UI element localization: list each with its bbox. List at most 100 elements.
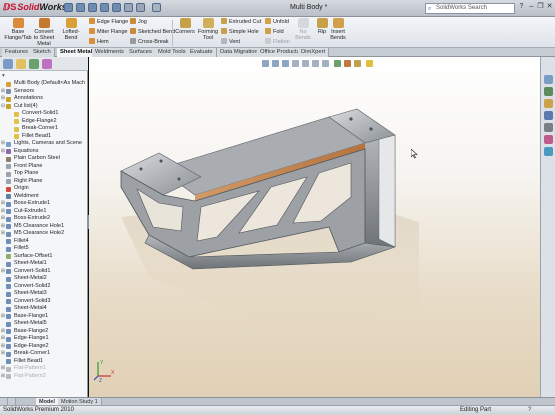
tree-item[interactable]: Sheet-Metal5 [0,320,87,328]
hem-button[interactable]: Hem [89,38,109,46]
file-explorer-tab-icon[interactable] [544,99,553,108]
tree-item[interactable]: Fillet Bead1 [0,133,87,141]
apply-scene-icon[interactable] [344,60,351,67]
unfold-button[interactable]: Unfold [265,18,289,26]
design-library-tab-icon[interactable] [544,87,553,96]
tree-item[interactable]: Fillet5 [0,245,87,253]
sketched-bend-button[interactable]: Sketched Bend [130,28,175,36]
select-icon[interactable] [124,3,133,12]
tree-item[interactable]: ⊞ M5 Clearance Hole1 [0,223,87,231]
help-button[interactable]: ? [517,3,526,12]
tab-weldments[interactable]: Weldments [92,48,128,57]
realview-icon[interactable] [366,60,373,67]
lofted-bend-button[interactable]: Lofted-Bend [57,18,85,41]
tree-item[interactable]: Sheet-Metal4 [0,305,87,313]
rip-button[interactable]: Rip [316,18,328,35]
tree-item[interactable]: ⊞ Edge-Flange1 [0,335,87,343]
tree-item[interactable]: Sheet-Metal3 [0,290,87,298]
tab-dimxpert[interactable]: DimXpert [298,48,330,57]
tree-item[interactable]: ⊞ Equations [0,148,87,156]
close-button[interactable]: ✕ [545,3,554,12]
tab-sheet-metal[interactable]: Sheet Metal [57,48,97,57]
tab-sketch[interactable]: Sketch [30,48,55,57]
search-input[interactable]: ⌕ SolidWorks Search [425,3,515,14]
flatten-button[interactable]: Flatten [265,38,290,46]
tree-item[interactable]: Right Plane [0,178,87,186]
feature-manager-tab-icon[interactable] [3,59,13,69]
tree-item[interactable]: Fillet Bead1 [0,358,87,366]
search-tab-icon[interactable] [544,111,553,120]
extruded-cut-button[interactable]: Extruded Cut [221,18,261,26]
convert-to-sheet-metal-button[interactable]: Convert to Sheet Metal [33,18,55,47]
fold-button[interactable]: Fold [265,28,284,36]
display-style-icon[interactable] [312,60,319,67]
tab-office-products[interactable]: Office Products [257,48,304,57]
tree-item[interactable]: ⊞ Edge-Flange2 [0,343,87,351]
print-icon[interactable] [100,3,109,12]
tree-item[interactable]: ⊞ Break-Corner1 [0,350,87,358]
graphics-area[interactable] [89,57,540,397]
property-manager-tab-icon[interactable] [16,59,26,69]
restore-button[interactable]: ❐ [536,3,545,12]
tree-item[interactable]: Convert-Solid2 [0,283,87,291]
tree-item[interactable]: Weldment [0,193,87,201]
section-view-icon[interactable] [292,60,299,67]
configuration-manager-tab-icon[interactable] [29,59,39,69]
save-icon[interactable] [88,3,97,12]
tab-features[interactable]: Features [2,48,32,57]
tree-item[interactable]: ⊞ M5 Clearance Hole2 [0,230,87,238]
tree-item[interactable]: ⊟ Cut list(4) [0,103,87,111]
previous-view-icon[interactable] [282,60,289,67]
custom-properties-tab-icon[interactable] [544,147,553,156]
tree-item[interactable]: Sheet-Metal2 [0,275,87,283]
edge-flange-button[interactable]: Edge Flange [89,18,128,26]
tree-item[interactable]: ⊞ Annotations [0,95,87,103]
edit-appearance-icon[interactable] [334,60,341,67]
tab-mold-tools[interactable]: Mold Tools [155,48,190,57]
base-flange-button[interactable]: Base Flange/Tab [4,18,32,41]
appearances-tab-icon[interactable] [544,135,553,144]
tree-item[interactable]: Surface-Offset1 [0,253,87,261]
forming-tool-button[interactable]: Forming Tool [197,18,219,41]
options-icon[interactable] [152,3,161,12]
tree-item[interactable]: Top Plane [0,170,87,178]
simple-hole-button[interactable]: Simple Hole [221,28,259,36]
tree-filter-arrow[interactable]: ▾ [2,73,5,79]
zoom-to-area-icon[interactable] [272,60,279,67]
tree-item[interactable]: Convert-Solid1 [0,110,87,118]
undo-icon[interactable] [112,3,121,12]
model-viewport[interactable] [89,57,540,397]
tree-item[interactable]: ⊞ Base-Flange2 [0,328,87,336]
resources-tab-icon[interactable] [544,75,553,84]
tree-item[interactable]: ⊞ Base-Flange1 [0,313,87,321]
minimize-button[interactable]: – [527,3,536,12]
tree-item[interactable]: ⊞ Flat-Pattern2 [0,373,87,381]
view-palette-tab-icon[interactable] [544,123,553,132]
view-orientation-icon[interactable] [302,60,309,67]
tree-item[interactable]: Plain Carbon Steel [0,155,87,163]
zoom-to-fit-icon[interactable] [262,60,269,67]
jog-button[interactable]: Jog [130,18,147,26]
rebuild-icon[interactable] [136,3,145,12]
tab-evaluate[interactable]: Evaluate [187,48,217,57]
status-help-icon[interactable]: ? [528,407,531,413]
view-settings-icon[interactable] [354,60,361,67]
tree-item[interactable]: Front Plane [0,163,87,171]
vent-button[interactable]: Vent [221,38,240,46]
tab-surfaces[interactable]: Surfaces [126,48,156,57]
tree-root-part[interactable]: Multi Body (Default<As Mach [0,80,87,88]
tree-item[interactable]: ⊞ Cut-Extrude1 [0,208,87,216]
new-document-icon[interactable] [64,3,73,12]
cross-break-button[interactable]: Cross-Break [130,38,169,46]
appearance-manager-tab-icon[interactable] [42,59,52,69]
tree-item[interactable]: ⊞ Boss-Extrude1 [0,200,87,208]
tree-item[interactable]: Sheet-Metal1 [0,260,87,268]
tree-item[interactable]: ⊞ Boss-Extrude2 [0,215,87,223]
tree-item[interactable]: Fillet4 [0,238,87,246]
tree-item[interactable]: ⊞ Sensors [0,88,87,96]
tree-item[interactable]: Break-Corner1 [0,125,87,133]
tree-item[interactable]: Edge-Flange2 [0,118,87,126]
tree-item[interactable]: Origin [0,185,87,193]
tree-item[interactable]: ⊞ Lights, Cameras and Scene [0,140,87,148]
hide-show-items-icon[interactable] [322,60,329,67]
